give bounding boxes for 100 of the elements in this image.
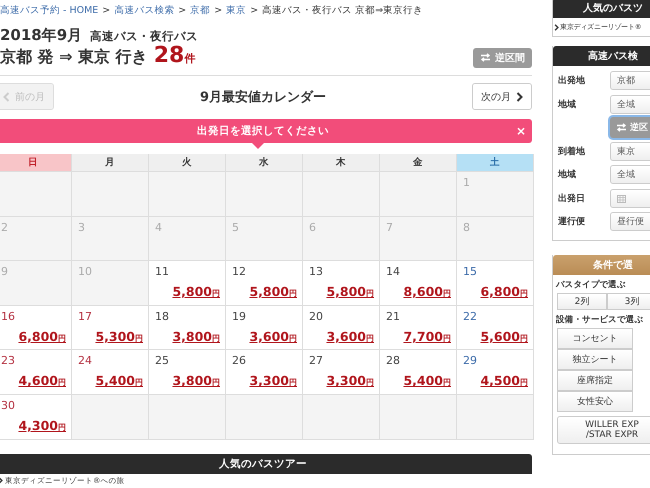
price-link[interactable]: 8,600円	[403, 284, 451, 300]
breadcrumb-link[interactable]: 高速バス検索	[114, 4, 174, 16]
day-number: 15	[463, 265, 478, 278]
calendar-day[interactable]: 17 5,300円	[72, 306, 149, 350]
price-link[interactable]: 3,800円	[172, 328, 220, 344]
calendar-day[interactable]: 16 6,800円	[0, 306, 72, 350]
facility-button[interactable]: 座席指定	[557, 370, 633, 390]
day-number: 28	[386, 354, 401, 368]
day-number: 1	[463, 176, 471, 189]
weekday-header: 火	[149, 154, 226, 172]
select-field[interactable]: 全域	[610, 165, 650, 184]
select-field[interactable]: 全域	[610, 94, 650, 114]
price-link[interactable]: 5,800円	[249, 284, 297, 300]
day-number: 4	[155, 220, 163, 234]
price-link[interactable]: 4,600円	[18, 373, 66, 388]
price-link[interactable]: 6,800円	[480, 284, 528, 300]
calendar-day[interactable]: 27 3,300円	[303, 350, 380, 395]
price-link[interactable]: 6,800円	[18, 328, 66, 344]
section-header: 高速バス検	[553, 46, 650, 66]
field-label: 地域	[558, 98, 577, 111]
calendar-day[interactable]: 23 4,600円	[0, 350, 72, 395]
calendar-day[interactable]: 19 3,600円	[226, 306, 303, 350]
bus-type-button[interactable]: 2列	[557, 292, 607, 310]
day-number: 18	[155, 310, 170, 323]
day-number: 22	[463, 310, 478, 323]
calendar-day[interactable]: 30 4,300円	[0, 394, 72, 440]
operator-button[interactable]: WILLER EXP /STAR EXPR	[557, 416, 650, 444]
breadcrumb-link[interactable]: 京都	[190, 4, 210, 16]
calendar-day[interactable]: 14 8,600円	[380, 261, 457, 306]
day-number: 5	[232, 220, 240, 234]
notice-text: 出発日を選択してください	[197, 124, 329, 138]
calendar-day[interactable]: 25 3,800円	[149, 350, 226, 395]
facility-button[interactable]: コンセント	[557, 328, 633, 348]
weekday-header: 土	[457, 154, 534, 172]
breadcrumb-link[interactable]: 東京	[226, 4, 246, 16]
day-number: 2	[1, 220, 9, 234]
price-link[interactable]: 5,800円	[172, 284, 220, 300]
day-number: 16	[1, 310, 16, 323]
calendar-day[interactable]: 15 6,800円	[457, 261, 534, 306]
day-number: 12	[232, 265, 247, 278]
facility-button[interactable]: 女性安心	[557, 390, 633, 412]
select-field[interactable]: 東京	[610, 142, 650, 161]
select-field[interactable]: 昼行便	[610, 212, 650, 232]
route-title: 京都 発 ⇒ 東京 行き	[0, 47, 148, 68]
day-number: 11	[155, 265, 170, 278]
next-month-button[interactable]: 次の月	[472, 83, 532, 110]
day-number: 26	[232, 354, 247, 368]
section-header: 人気のバスツアー	[0, 454, 532, 474]
price-link[interactable]: 4,500円	[480, 373, 528, 388]
day-number: 8	[463, 220, 471, 234]
breadcrumb-separator: >	[214, 4, 222, 16]
weekday-header: 金	[380, 154, 457, 172]
calendar-day[interactable]: 28 5,400円	[380, 350, 457, 395]
calendar-title: 9月最安値カレンダー	[200, 88, 326, 106]
price-link[interactable]: 3,300円	[326, 373, 374, 388]
section-header: 人気のバスツ	[553, 0, 650, 18]
chevron-left-icon	[3, 92, 10, 102]
day-number: 7	[386, 220, 394, 234]
day-number: 6	[309, 220, 317, 234]
price-link[interactable]: 7,700円	[403, 328, 451, 344]
price-link[interactable]: 3,600円	[326, 328, 374, 344]
day-number: 17	[78, 310, 93, 323]
price-link[interactable]: 3,600円	[249, 328, 297, 344]
price-link[interactable]: 5,800円	[326, 284, 374, 300]
calendar-day[interactable]: 24 5,400円	[72, 350, 149, 395]
price-link[interactable]: 3,300円	[249, 373, 297, 388]
bus-type-button[interactable]: 3列	[607, 292, 650, 310]
price-link[interactable]: 4,300円	[18, 418, 66, 433]
count-unit: 件	[184, 51, 196, 66]
day-number: 25	[155, 354, 170, 368]
chevron-right-icon	[554, 24, 559, 30]
calendar-day[interactable]: 11 5,800円	[149, 261, 226, 306]
facility-button[interactable]: 独立シート	[557, 348, 633, 370]
price-link[interactable]: 3,800円	[172, 373, 220, 388]
day-number: 27	[309, 354, 324, 368]
price-link[interactable]: 5,400円	[95, 373, 143, 388]
weekday-header: 木	[303, 154, 380, 172]
calendar-day[interactable]: 26 3,300円	[226, 350, 303, 395]
calendar-day[interactable]: 29 4,500円	[457, 350, 534, 395]
field-label: 出発地	[558, 74, 586, 88]
day-number: 19	[232, 310, 247, 323]
month-title: 2018年9月	[0, 26, 82, 45]
price-link[interactable]: 5,400円	[403, 373, 451, 388]
price-link[interactable]: 5,300円	[95, 328, 143, 344]
calendar-day[interactable]: 13 5,800円	[303, 261, 380, 306]
calendar-day[interactable]: 22 5,600円	[457, 306, 534, 350]
calendar-day[interactable]: 12 5,800円	[226, 261, 303, 306]
day-number: 23	[1, 354, 16, 368]
day-number: 24	[78, 354, 93, 368]
calendar-day[interactable]: 21 7,700円	[380, 306, 457, 350]
calendar-day[interactable]: 20 3,600円	[303, 306, 380, 350]
calendar-day[interactable]: 18 3,800円	[149, 306, 226, 350]
price-link[interactable]: 5,600円	[480, 328, 528, 344]
select-field[interactable]: 京都	[610, 71, 650, 90]
day-number: 14	[386, 265, 401, 278]
day-number: 3	[78, 220, 86, 234]
breadcrumb-link[interactable]: 高速バス予約 - HOME	[0, 4, 98, 16]
field-label: 運行便	[558, 216, 586, 228]
breadcrumb-separator: >	[102, 4, 110, 16]
day-number: 21	[386, 310, 401, 323]
